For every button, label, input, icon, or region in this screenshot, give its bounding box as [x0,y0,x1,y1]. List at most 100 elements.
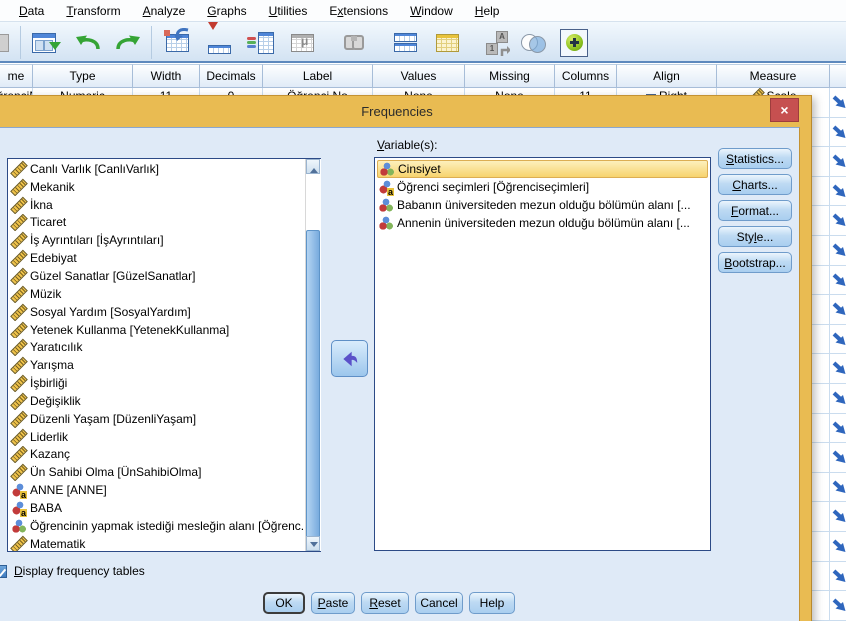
reset-button[interactable]: Reset [361,592,409,614]
goto-variable-icon[interactable] [202,26,236,59]
ok-button[interactable]: OK [263,592,305,614]
cancel-button[interactable]: Cancel [415,592,463,614]
source-variable-item[interactable]: Mekanik [9,178,304,196]
menu-item-analyze[interactable]: Analyze [132,1,197,21]
source-variable-item[interactable]: Öğrencinin yapmak istediği mesleğin alan… [9,517,304,535]
role-cell[interactable] [812,591,846,621]
col-header-label[interactable]: Label [263,64,373,88]
variable-view-header: meTypeWidthDecimalsLabelValuesMissingCol… [0,64,846,88]
variable-label: Ticaret [30,215,66,229]
role-cell[interactable] [812,532,846,562]
paste-button[interactable]: Paste [311,592,355,614]
col-header-me[interactable]: me [0,64,33,88]
menu-item-data[interactable]: Data [8,1,55,21]
source-variable-item[interactable]: Liderlik [9,428,304,446]
col-header-decimals[interactable]: Decimals [200,64,263,88]
source-variable-list[interactable]: Canlı Varlık [CanlıVarlık]MekanikİknaTic… [7,158,321,552]
col-header-type[interactable]: Type [33,64,133,88]
col-header-align[interactable]: Align [617,64,717,88]
scroll-down-icon[interactable] [306,536,320,551]
role-cell[interactable] [812,118,846,148]
source-variable-item[interactable]: Yaratıcılık [9,338,304,356]
menu-item-transform[interactable]: Transform [55,1,131,21]
split-file-icon[interactable] [388,26,422,59]
source-variable-item[interactable]: Matematik [9,535,304,552]
undo-icon[interactable] [71,26,105,59]
statistics-button[interactable]: Statistics... [718,148,792,169]
role-cell[interactable] [812,295,846,325]
help-button[interactable]: Help [469,592,515,614]
style-button[interactable]: Style... [718,226,792,247]
col-header-values[interactable]: Values [373,64,465,88]
col-header-missing[interactable]: Missing [465,64,555,88]
scroll-up-icon[interactable] [306,159,320,174]
role-cell[interactable] [812,147,846,177]
source-variable-item[interactable]: Canlı Varlık [CanlıVarlık] [9,160,304,178]
source-variable-item[interactable]: Düzenli Yaşam [DüzenliYaşam] [9,410,304,428]
menu-item-graphs[interactable]: Graphs [196,1,257,21]
role-cell[interactable] [812,562,846,592]
target-variable-item[interactable]: Öğrenci seçimleri [Öğrenciseçimleri] [376,178,709,196]
move-left-button[interactable] [331,340,368,377]
source-list-scrollbar[interactable] [305,159,321,551]
format-button[interactable]: Format... [718,200,792,221]
dialog-title: Frequencies [0,96,800,127]
role-cell[interactable] [812,354,846,384]
role-cell[interactable] [812,473,846,503]
goto-case-icon[interactable] [160,26,194,59]
display-frequency-tables-checkbox[interactable] [0,565,7,578]
source-variable-item[interactable]: İkna [9,196,304,214]
source-variable-item[interactable]: Ün Sahibi Olma [ÜnSahibiOlma] [9,463,304,481]
role-cell[interactable] [812,266,846,296]
role-cell[interactable] [812,325,846,355]
role-cell[interactable] [812,88,846,118]
role-cell[interactable] [812,414,846,444]
variables-icon[interactable] [243,26,277,59]
source-variable-item[interactable]: Sosyal Yardım [SosyalYardım] [9,303,304,321]
role-cell[interactable] [812,206,846,236]
col-header-role[interactable] [830,64,846,88]
role-cell[interactable] [812,236,846,266]
role-cell[interactable] [812,384,846,414]
target-variable-item[interactable]: Annenin üniversiteden mezun olduğu bölüm… [376,214,709,232]
source-variable-item[interactable]: Güzel Sanatlar [GüzelSanatlar] [9,267,304,285]
role-cell[interactable] [812,177,846,207]
menu-item-help[interactable]: Help [464,1,511,21]
source-variable-item[interactable]: BABA [9,499,304,517]
redo-icon[interactable] [111,26,145,59]
source-variable-item[interactable]: Edebiyat [9,249,304,267]
menu-item-window[interactable]: Window [399,1,464,21]
source-variable-item[interactable]: İş Ayrıntıları [İşAyrıntıları] [9,231,304,249]
source-variable-item[interactable]: ANNE [ANNE] [9,481,304,499]
source-variable-item[interactable]: Yetenek Kullanma [YetenekKullanma] [9,321,304,339]
source-variable-item[interactable]: Kazanç [9,446,304,464]
value-labels-grid-icon[interactable] [430,26,464,59]
role-cell[interactable] [812,443,846,473]
source-variable-item[interactable]: İşbirliği [9,374,304,392]
scrollbar-thumb[interactable] [306,230,320,539]
bootstrap-button[interactable]: Bootstrap... [718,252,792,273]
col-header-columns[interactable]: Columns [555,64,617,88]
find-icon[interactable] [337,26,371,59]
toolbar: μ A 1 [0,22,846,63]
col-header-width[interactable]: Width [133,64,200,88]
descriptives-icon[interactable]: μ [285,26,319,59]
target-variable-item[interactable]: Babanın üniversiteden mezun olduğu bölüm… [376,196,709,214]
target-variable-item[interactable]: Cinsiyet [377,160,708,178]
recall-dialogs-icon[interactable] [27,26,61,59]
source-variable-item[interactable]: Müzik [9,285,304,303]
source-variable-item[interactable]: Yarışma [9,356,304,374]
source-variable-item[interactable]: Ticaret [9,214,304,232]
target-variable-list[interactable]: CinsiyetÖğrenci seçimleri [Öğrenciseçiml… [374,157,711,551]
value-labels-toggle-icon[interactable]: A 1 [481,26,515,59]
role-cell[interactable] [812,502,846,532]
show-all-variables-icon[interactable] [557,26,591,59]
use-variable-sets-icon[interactable] [517,26,551,59]
charts-button[interactable]: Charts... [718,174,792,195]
menu-item-utilities[interactable]: Utilities [258,1,319,21]
close-icon[interactable]: × [770,98,799,122]
col-header-measure[interactable]: Measure [717,64,830,88]
print-icon[interactable] [0,26,18,59]
menu-item-extensions[interactable]: Extensions [318,1,399,21]
source-variable-item[interactable]: Değişiklik [9,392,304,410]
